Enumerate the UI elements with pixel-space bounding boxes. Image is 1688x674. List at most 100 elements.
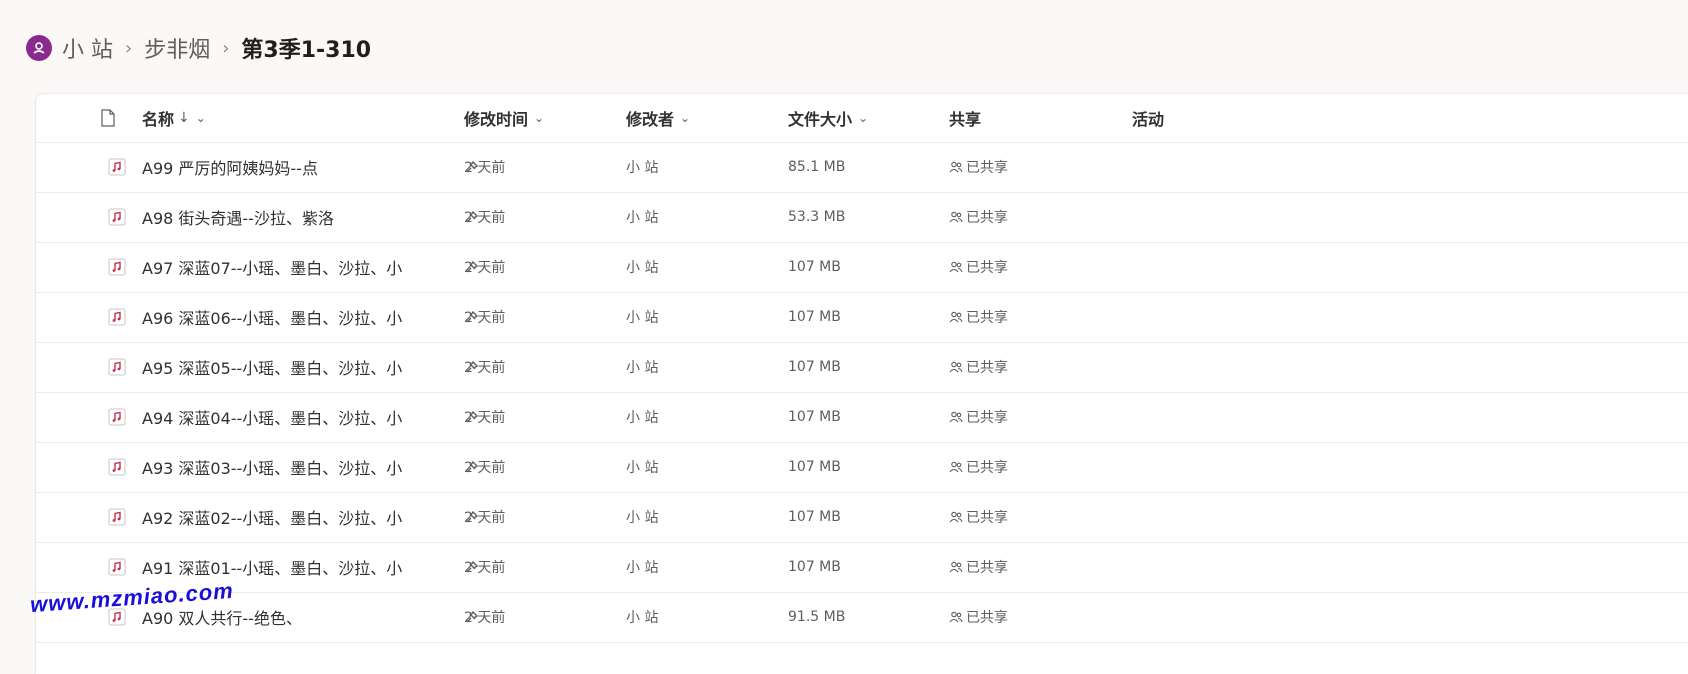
sort-down-icon: ↓ xyxy=(178,110,190,126)
modified-time: 2 天前 xyxy=(464,510,506,526)
file-size: 107 MB xyxy=(788,459,841,475)
table-row[interactable]: A91 深蓝01--小瑶、墨白、沙拉、小 2 天前小 站 107 MB 已共享 xyxy=(36,542,1688,593)
file-size: 107 MB xyxy=(788,359,841,375)
audio-file-icon xyxy=(108,358,126,376)
people-icon xyxy=(949,260,963,274)
modified-by[interactable]: 小 站 xyxy=(626,242,658,292)
people-icon xyxy=(949,360,963,374)
file-list: 名称 ↓ ⌄ 修改时间 ⌄ 修改者 ⌄ 文件大小 ⌄ 共享 活动 A99 严厉的… xyxy=(36,94,1688,674)
column-header-modified-by[interactable]: 修改者 ⌄ xyxy=(626,94,690,142)
file-name[interactable]: A95 深蓝05--小瑶、墨白、沙拉、小 xyxy=(142,342,432,392)
people-icon xyxy=(949,560,963,574)
sharing-status[interactable]: 已共享 xyxy=(949,592,1008,642)
table-row[interactable]: A98 街头奇遇--沙拉、紫洛 2 天前 小 站 53.3 MB 已共享 xyxy=(36,192,1688,243)
breadcrumb-folder[interactable]: 步非烟 xyxy=(144,32,210,64)
modified-by[interactable]: 小 站 xyxy=(626,142,658,192)
sharing-status[interactable]: 已共享 xyxy=(949,442,1008,492)
modified-by[interactable]: 小 站 xyxy=(626,392,658,442)
audio-file-icon xyxy=(108,408,126,426)
modified-by[interactable]: 小 站 xyxy=(626,542,658,592)
audio-file-icon xyxy=(108,258,126,276)
chevron-right-icon: › xyxy=(125,37,133,59)
file-size: 85.1 MB xyxy=(788,159,846,175)
site-icon[interactable] xyxy=(26,35,52,61)
modified-time: 2 天前 xyxy=(464,160,506,176)
table-row[interactable]: A90 双人共行--绝色、 2 天前小 站 91.5 MB 已共享 xyxy=(36,592,1688,643)
column-header-sharing-label: 共享 xyxy=(949,110,982,129)
modified-time: 2 天前 xyxy=(464,410,506,426)
sharing-status[interactable]: 已共享 xyxy=(949,142,1008,192)
column-header-size-label: 文件大小 xyxy=(788,110,853,129)
modified-by[interactable]: 小 站 xyxy=(626,592,658,642)
column-header-size[interactable]: 文件大小 ⌄ xyxy=(788,94,868,142)
column-header-modified-by-label: 修改者 xyxy=(626,110,675,129)
column-header-modified-label: 修改时间 xyxy=(464,110,529,129)
breadcrumb-site[interactable]: 小 站 xyxy=(62,32,113,64)
table-row[interactable]: A95 深蓝05--小瑶、墨白、沙拉、小 2 天前 小 站 107 MB 已共享 xyxy=(36,342,1688,393)
audio-file-icon xyxy=(108,558,126,576)
file-size: 53.3 MB xyxy=(788,209,846,225)
modified-by[interactable]: 小 站 xyxy=(626,442,658,492)
file-size: 91.5 MB xyxy=(788,609,846,625)
table-row[interactable]: A97 深蓝07--小瑶、墨白、沙拉、小 2 天前 小 站 107 MB 已共享 xyxy=(36,242,1688,293)
modified-by[interactable]: 小 站 xyxy=(626,292,658,342)
audio-file-icon xyxy=(108,308,126,326)
sharing-status[interactable]: 已共享 xyxy=(949,542,1008,592)
sharing-status-label: 已共享 xyxy=(966,410,1008,426)
file-name[interactable]: A96 深蓝06--小瑶、墨白、沙拉、小 xyxy=(142,292,432,342)
column-header-activity-label: 活动 xyxy=(1132,110,1165,129)
modified-by[interactable]: 小 站 xyxy=(626,342,658,392)
sharing-status[interactable]: 已共享 xyxy=(949,292,1008,342)
file-type-header-icon[interactable] xyxy=(100,94,116,142)
sharing-status-label: 已共享 xyxy=(966,360,1008,376)
sharing-status-label: 已共享 xyxy=(966,610,1008,626)
file-name[interactable]: A99 严厉的阿姨妈妈--点 xyxy=(142,142,432,192)
modified-time: 2 天前 xyxy=(464,310,506,326)
sharing-status-label: 已共享 xyxy=(966,310,1008,326)
file-name[interactable]: A98 街头奇遇--沙拉、紫洛 xyxy=(142,192,432,242)
column-header-name[interactable]: 名称 ↓ ⌄ xyxy=(142,94,206,142)
column-header-row: 名称 ↓ ⌄ 修改时间 ⌄ 修改者 ⌄ 文件大小 ⌄ 共享 活动 xyxy=(36,94,1688,143)
table-row[interactable]: A93 深蓝03--小瑶、墨白、沙拉、小 2 天前 小 站 107 MB 已共享 xyxy=(36,442,1688,493)
file-name[interactable]: A94 深蓝04--小瑶、墨白、沙拉、小 xyxy=(142,392,432,442)
audio-file-icon xyxy=(108,158,126,176)
modified-time: 2 天前 xyxy=(464,210,506,226)
modified-time: 2 天前 xyxy=(464,610,506,626)
chevron-down-icon: ⌄ xyxy=(680,111,691,125)
file-name[interactable]: A92 深蓝02--小瑶、墨白、沙拉、小 xyxy=(142,492,432,542)
modified-by[interactable]: 小 站 xyxy=(626,192,658,242)
chevron-right-icon: › xyxy=(222,37,230,59)
table-row[interactable]: A96 深蓝06--小瑶、墨白、沙拉、小 2 天前 小 站 107 MB 已共享 xyxy=(36,292,1688,343)
chevron-down-icon: ⌄ xyxy=(858,111,869,125)
audio-file-icon xyxy=(108,208,126,226)
sharing-status[interactable]: 已共享 xyxy=(949,392,1008,442)
breadcrumb: 小 站 › 步非烟 › 第3季1-310 xyxy=(26,30,371,66)
people-icon xyxy=(949,610,963,624)
modified-time: 2 天前 xyxy=(464,460,506,476)
modified-time: 2 天前 xyxy=(464,360,506,376)
file-name[interactable]: A93 深蓝03--小瑶、墨白、沙拉、小 xyxy=(142,442,432,492)
sharing-status[interactable]: 已共享 xyxy=(949,492,1008,542)
sharing-status-label: 已共享 xyxy=(966,460,1008,476)
sharing-status-label: 已共享 xyxy=(966,210,1008,226)
table-row[interactable]: A92 深蓝02--小瑶、墨白、沙拉、小 2 天前 小 站 107 MB 已共享 xyxy=(36,492,1688,543)
sharing-status[interactable]: 已共享 xyxy=(949,192,1008,242)
sharing-status[interactable]: 已共享 xyxy=(949,342,1008,392)
file-size: 107 MB xyxy=(788,509,841,525)
people-icon xyxy=(949,460,963,474)
table-row[interactable]: A94 深蓝04--小瑶、墨白、沙拉、小 2 天前 小 站 107 MB 已共享 xyxy=(36,392,1688,443)
column-header-sharing[interactable]: 共享 xyxy=(949,94,981,142)
modified-time: 2 天前 xyxy=(464,560,506,576)
file-size: 107 MB xyxy=(788,309,841,325)
column-header-activity[interactable]: 活动 xyxy=(1132,94,1164,142)
column-header-modified[interactable]: 修改时间 ⌄ xyxy=(464,94,544,142)
file-name[interactable]: A97 深蓝07--小瑶、墨白、沙拉、小 xyxy=(142,242,432,292)
table-row[interactable]: A99 严厉的阿姨妈妈--点 2 天前 小 站 85.1 MB 已共享 xyxy=(36,142,1688,193)
chevron-down-icon: ⌄ xyxy=(534,111,545,125)
sharing-status-label: 已共享 xyxy=(966,260,1008,276)
people-icon xyxy=(949,160,963,174)
file-size: 107 MB xyxy=(788,559,841,575)
modified-by[interactable]: 小 站 xyxy=(626,492,658,542)
sharing-status[interactable]: 已共享 xyxy=(949,242,1008,292)
people-icon xyxy=(949,310,963,324)
